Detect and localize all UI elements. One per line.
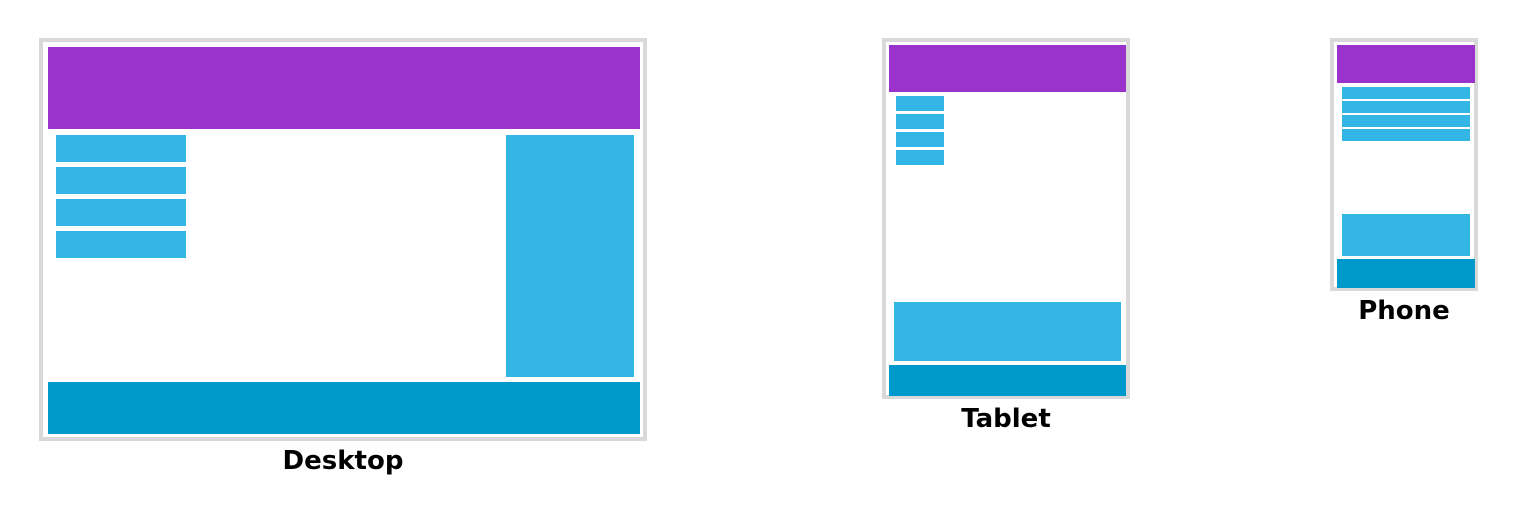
- phone-layout-frame: [1330, 38, 1478, 291]
- tablet-nav-item-4: [896, 150, 944, 165]
- desktop-header-block: [48, 47, 640, 129]
- phone-nav-item-4: [1342, 129, 1470, 141]
- desktop-caption: Desktop: [282, 446, 404, 476]
- phone-nav-item-1: [1342, 87, 1470, 99]
- desktop-sidebar-block: [506, 135, 634, 377]
- phone-caption: Phone: [1358, 296, 1450, 326]
- tablet-nav-item-3: [896, 132, 944, 147]
- desktop-nav-item-4: [56, 231, 186, 258]
- phone-header-block: [1337, 45, 1475, 83]
- tablet-footer-block: [889, 365, 1126, 396]
- phone-nav-item-2: [1342, 101, 1470, 113]
- tablet-header-block: [889, 45, 1126, 92]
- desktop-nav-item-3: [56, 199, 186, 226]
- tablet-nav-item-2: [896, 114, 944, 129]
- phone-footer-block: [1337, 259, 1475, 288]
- phone-sidebar-block: [1342, 214, 1470, 256]
- tablet-caption: Tablet: [961, 404, 1051, 434]
- desktop-nav-item-1: [56, 135, 186, 162]
- tablet-layout-frame: [882, 38, 1130, 399]
- desktop-footer-block: [48, 382, 640, 434]
- desktop-nav-item-2: [56, 167, 186, 194]
- tablet-nav-item-1: [896, 96, 944, 111]
- tablet-sidebar-block: [894, 302, 1121, 361]
- phone-nav-item-3: [1342, 115, 1470, 127]
- desktop-layout-frame: [39, 38, 647, 441]
